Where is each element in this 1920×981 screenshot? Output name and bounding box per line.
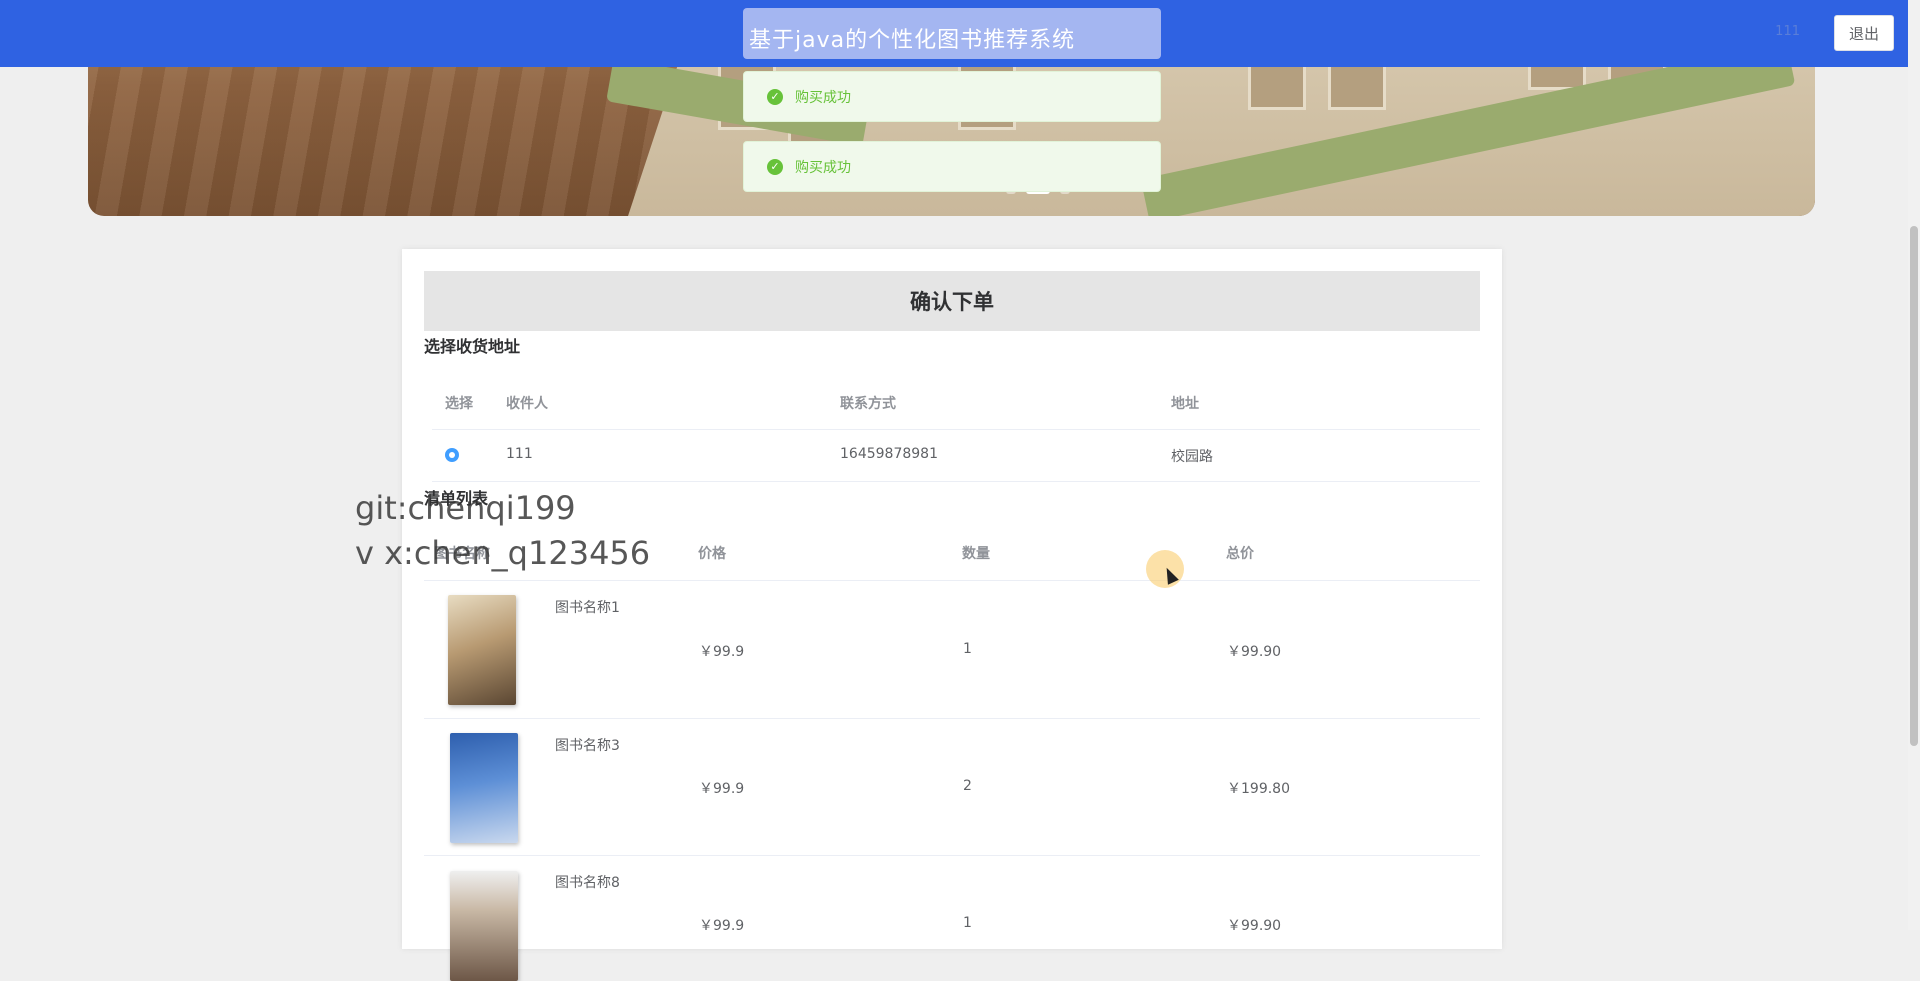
book-cover-image[interactable] — [448, 595, 516, 705]
book-name[interactable]: 图书名称3 — [555, 735, 620, 755]
scrollbar-thumb[interactable] — [1910, 226, 1918, 746]
book-qty: 1 — [963, 915, 972, 931]
divider — [424, 580, 1480, 581]
book-total: ￥199.80 — [1227, 781, 1290, 797]
book-price: ￥99.9 — [699, 781, 745, 797]
watermark-line: v x:chen_q123456 — [355, 534, 651, 572]
book-price: ￥99.9 — [699, 644, 745, 660]
book-cover-image[interactable] — [450, 871, 518, 981]
address-header-address: 地址 — [1171, 396, 1199, 412]
book-cover-image[interactable] — [450, 733, 518, 843]
address-phone: 16459878981 — [840, 446, 938, 462]
book-qty: 1 — [963, 641, 972, 657]
success-toast: ✓ 购买成功 — [743, 71, 1161, 122]
site-title: 基于java的个性化图书推荐系统 — [749, 28, 1076, 53]
book-price: ￥99.9 — [699, 918, 745, 934]
logout-button[interactable]: 退出 — [1834, 15, 1894, 51]
address-radio[interactable] — [445, 448, 459, 462]
divider — [432, 429, 1480, 430]
book-name[interactable]: 图书名称8 — [555, 872, 620, 892]
address-header-select: 选择 — [445, 396, 473, 412]
success-toast: ✓ 购买成功 — [743, 141, 1161, 192]
list-header-price: 价格 — [698, 546, 726, 562]
address-section-title: 选择收货地址 — [424, 337, 521, 356]
divider — [424, 855, 1480, 856]
check-circle-icon: ✓ — [767, 88, 783, 105]
order-title: 确认下单 — [424, 271, 1480, 331]
address-receiver: 111 — [506, 446, 533, 462]
address-header-phone: 联系方式 — [840, 396, 896, 412]
address-header-receiver: 收件人 — [506, 396, 548, 412]
list-header-qty: 数量 — [962, 546, 990, 562]
book-name[interactable]: 图书名称1 — [555, 597, 620, 617]
user-name: 111 — [1775, 24, 1800, 39]
check-circle-icon: ✓ — [767, 158, 783, 175]
book-total: ￥99.90 — [1227, 644, 1282, 660]
divider — [432, 481, 1480, 482]
divider — [424, 718, 1480, 719]
list-header-total: 总价 — [1226, 546, 1254, 562]
book-total: ￥99.90 — [1227, 918, 1282, 934]
order-card: 确认下单 选择收货地址 选择 收件人 联系方式 地址 111 164598789… — [402, 249, 1502, 981]
scrollbar-track[interactable] — [1908, 0, 1920, 930]
toast-text: 购买成功 — [795, 159, 851, 176]
watermark-line: git:chenqi199 — [355, 489, 576, 527]
address-text: 校园路 — [1171, 449, 1213, 465]
toast-text: 购买成功 — [795, 89, 851, 106]
book-qty: 2 — [963, 778, 972, 794]
